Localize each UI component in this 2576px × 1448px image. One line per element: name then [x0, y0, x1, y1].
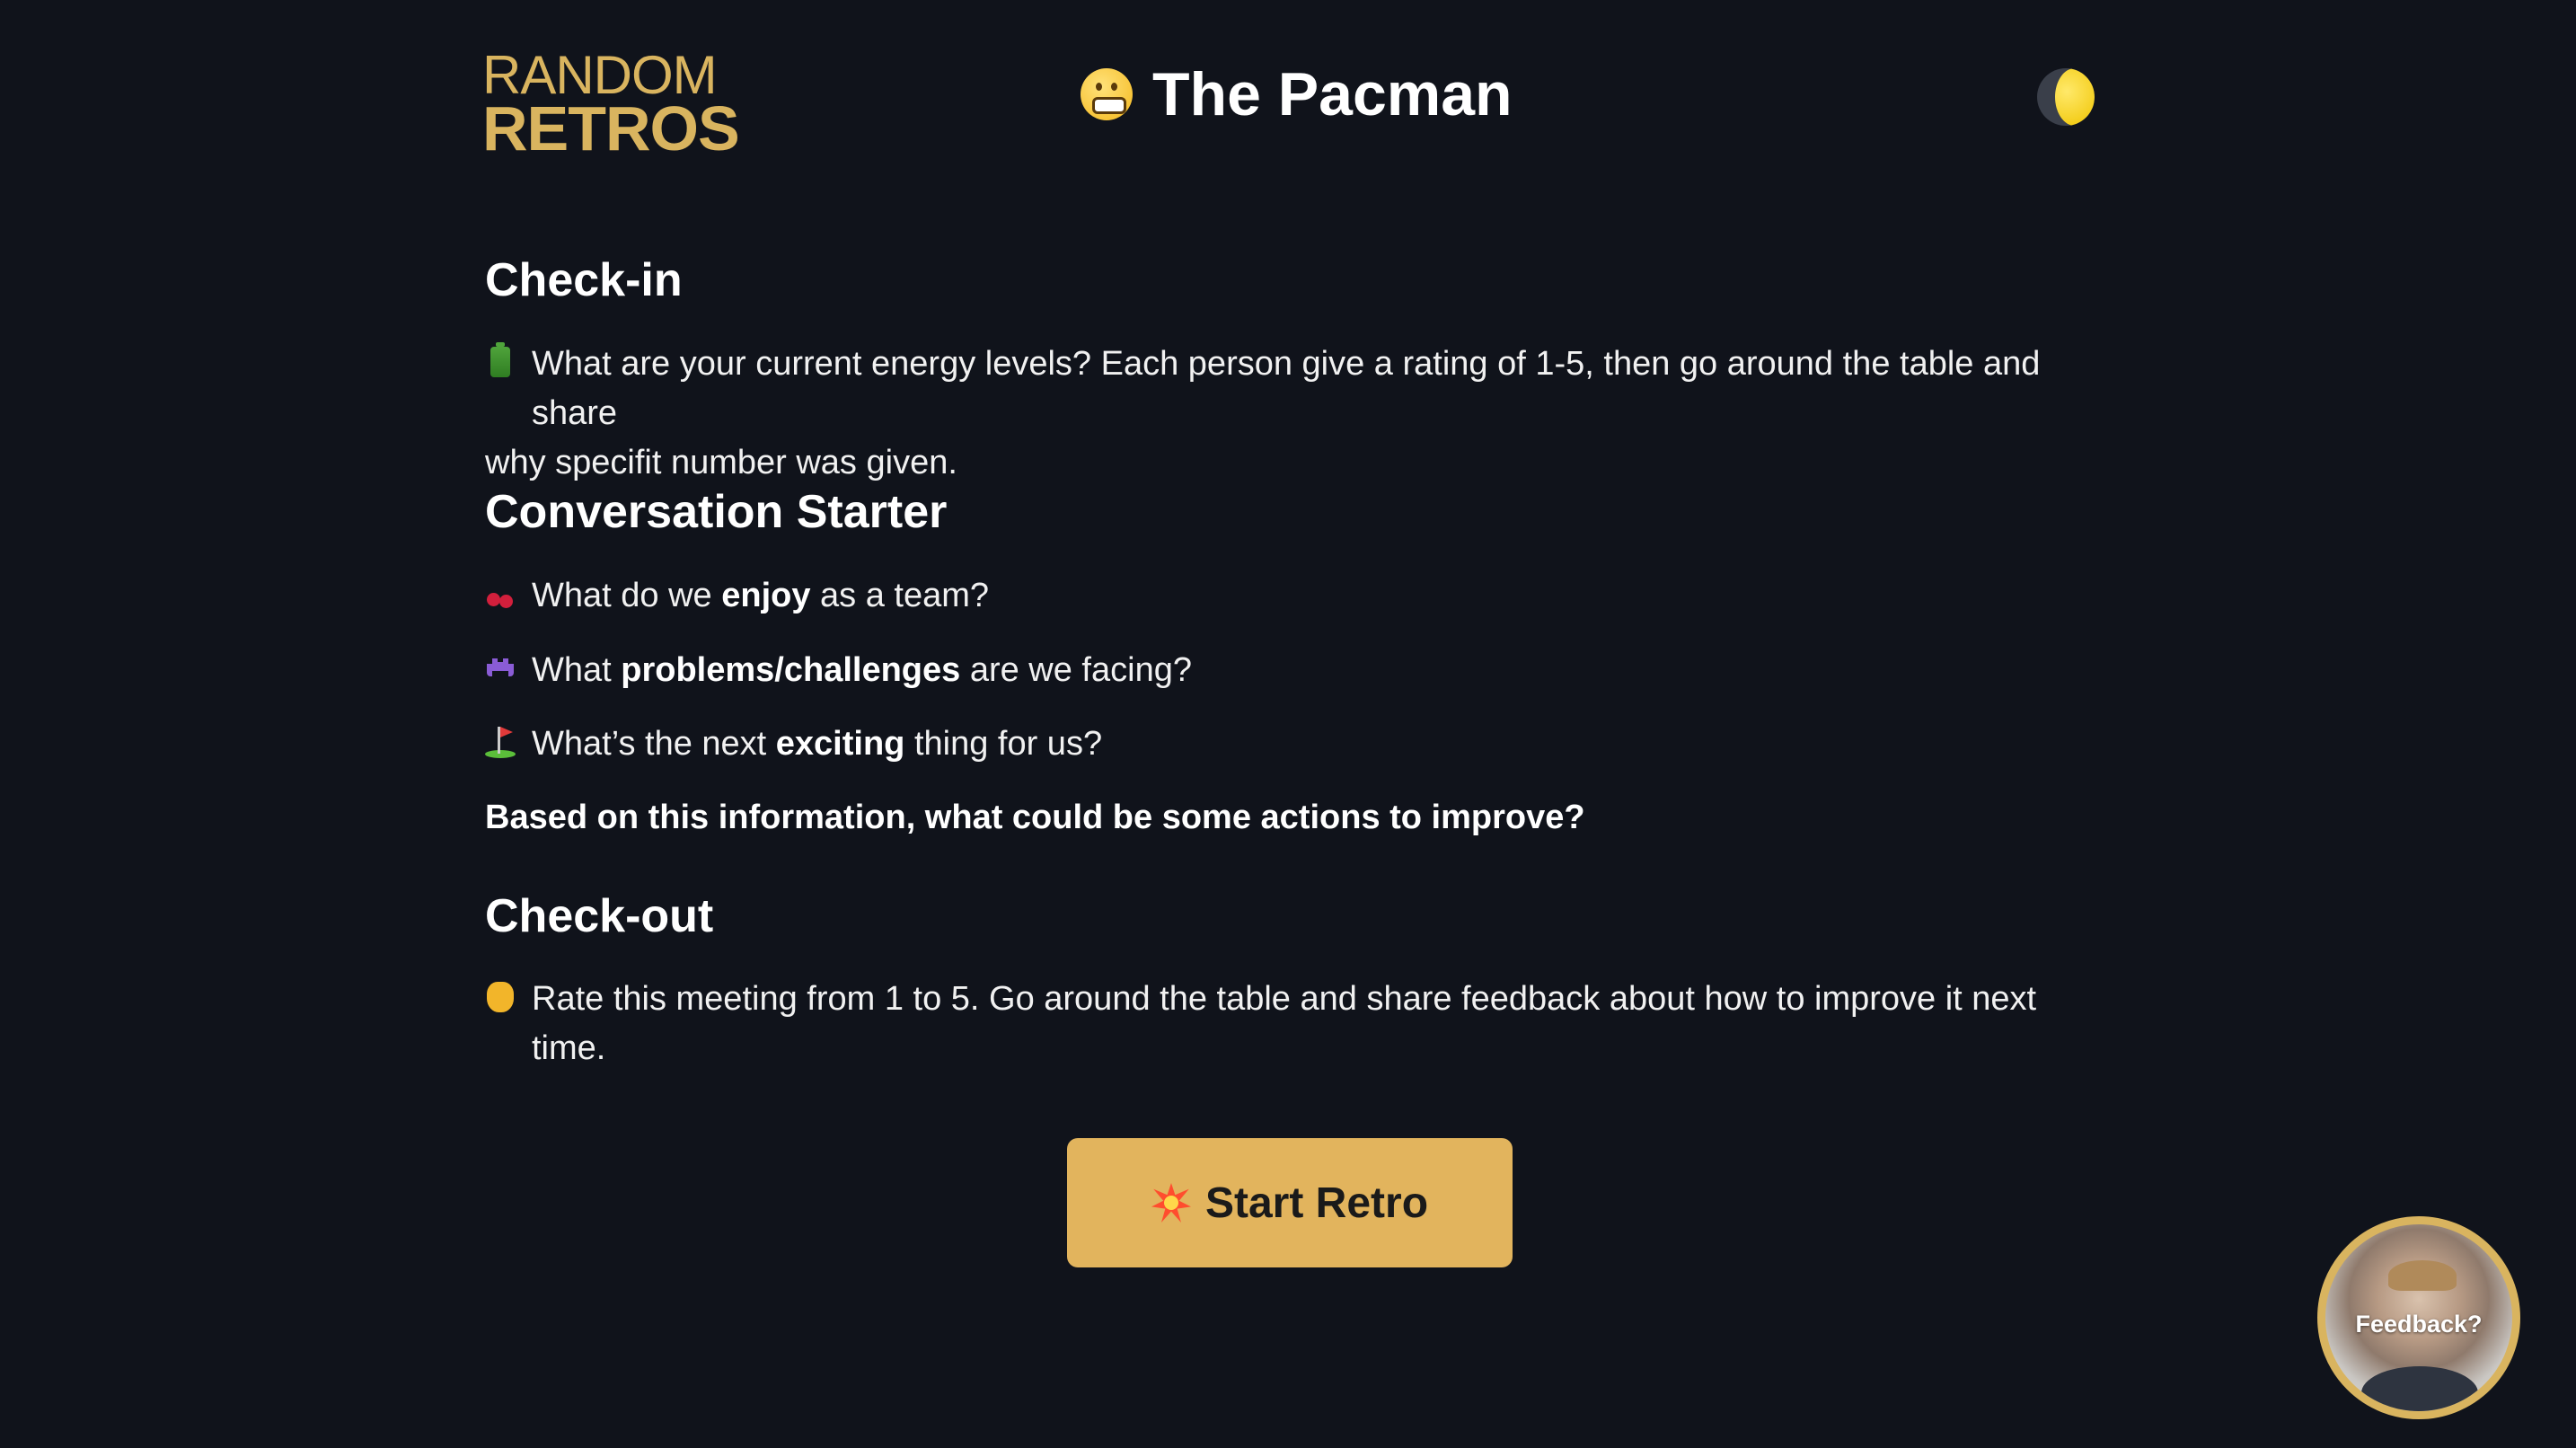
checkin-text: What are your current energy levels? Eac…: [485, 340, 2084, 488]
logo[interactable]: RANDOM RETROS: [482, 45, 740, 164]
page-title-text: The Pacman: [1152, 60, 1513, 128]
logo-line-2: RETROS: [482, 93, 740, 164]
page-title: The Pacman: [1081, 59, 1513, 129]
flag-in-hole-icon: [485, 725, 516, 761]
list-item-exciting: What’s the next exciting thing for us?: [485, 720, 2084, 769]
start-retro-label: Start Retro: [1204, 1179, 1429, 1227]
theme-toggle-moon-icon[interactable]: [2037, 68, 2095, 126]
section-heading-conversation: Conversation Starter: [485, 486, 948, 538]
grimacing-face-icon: [1081, 68, 1133, 120]
checkin-line-2: why specifit number was given.: [485, 444, 957, 481]
list-item-problems: What problems/challenges are we facing?: [485, 646, 2084, 695]
list-item-enjoy: What do we enjoy as a team?: [485, 571, 2084, 621]
battery-icon: [485, 342, 516, 381]
page: RANDOM RETROS The Pacman Check-in What a…: [0, 0, 2576, 1448]
alien-monster-icon: [485, 651, 516, 687]
conversation-summary: Based on this information, what could be…: [485, 799, 1585, 836]
feedback-button[interactable]: Feedback?: [2317, 1216, 2520, 1419]
avatar: [2388, 1260, 2457, 1291]
start-retro-button[interactable]: Start Retro: [1067, 1138, 1513, 1267]
cherries-icon: [485, 577, 516, 613]
logo-line-1: RANDOM: [482, 45, 718, 105]
checkout-text: Rate this meeting from 1 to 5. Go around…: [485, 975, 2084, 1073]
raised-hand-icon: [485, 980, 516, 1016]
section-heading-checkin: Check-in: [485, 254, 683, 306]
feedback-label: Feedback?: [2355, 1311, 2483, 1338]
section-heading-checkout: Check-out: [485, 890, 714, 942]
checkin-line-1: What are your current energy levels? Eac…: [532, 345, 2041, 432]
collision-icon: [1151, 1183, 1191, 1223]
